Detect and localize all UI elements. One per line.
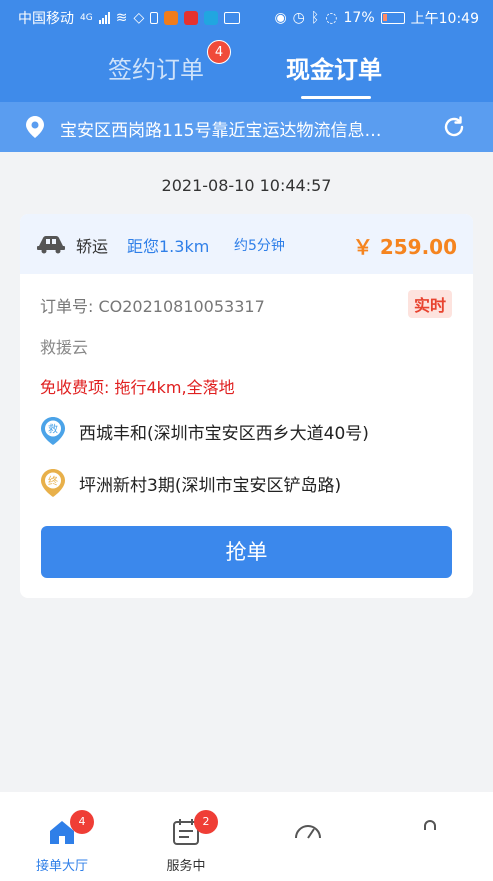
active-tab-indicator [301, 96, 371, 99]
nav-item-order-hall[interactable]: 4 接单大厅 [12, 792, 112, 881]
end-pin-icon: 终 [41, 469, 65, 497]
bottom-nav: 4 接单大厅 2 服务中 [0, 792, 493, 881]
nav-item-profile[interactable] [380, 792, 480, 881]
battery-percent: 17% [343, 10, 375, 26]
nav-label: 接单大厅 [35, 859, 88, 874]
start-pin-icon: 救 [41, 417, 65, 445]
vehicle-type: 轿运 [76, 237, 109, 256]
refresh-icon[interactable] [442, 115, 466, 139]
grab-order-button[interactable]: 抢单 [41, 526, 452, 578]
eye-icon: ◉ [274, 10, 287, 26]
car-carrier-icon [37, 236, 65, 254]
battery-icon [380, 12, 405, 24]
start-address-row: 救 西城丰和(深圳市宝安区西乡大道40号) [40, 416, 369, 446]
start-address: 西城丰和(深圳市宝安区西乡大道40号) [79, 423, 369, 444]
battery-saver-icon [150, 12, 159, 24]
order-price: ￥ 259.00 [352, 235, 457, 259]
distance: 距您1.3km [127, 237, 210, 256]
bluetooth-icon: ᛒ [310, 10, 320, 26]
app-notification-icon [164, 11, 179, 25]
realtime-badge: 实时 [408, 290, 453, 318]
location-status-icon: ◌ [325, 10, 338, 26]
company-name: 救援云 [40, 338, 89, 357]
order-timestamp: 2021-08-10 10:44:57 [161, 176, 332, 195]
order-number: 订单号: CO20210810053317 [40, 297, 265, 316]
location-bar[interactable]: 宝安区西岗路115号靠近宝运达物流信息… [0, 102, 493, 152]
tab-contract-orders[interactable]: 签约订单 [108, 50, 204, 85]
order-tabs: 签约订单 4 现金订单 [0, 40, 493, 102]
nav-item-dashboard[interactable] [258, 792, 358, 881]
tab-cash-orders[interactable]: 现金订单 [286, 50, 382, 85]
order-card[interactable]: 轿运 距您1.3km 约5分钟 ￥ 259.00 订单号: CO20210810… [20, 214, 473, 598]
nav-badge: 4 [70, 810, 94, 834]
alarm-icon: ◷ [292, 10, 305, 26]
header: 中国移动 4G ≋ ◇ ◉ ◷ ᛒ ◌ 17% 上午10:49 签约订单 4 现… [0, 0, 493, 152]
network-label: 4G [80, 13, 93, 23]
nav-label: 服务中 [166, 859, 206, 874]
wifi-icon: ≋ [115, 10, 128, 26]
carrier-label: 中国移动 [18, 11, 74, 27]
end-address-row: 终 坪洲新村3期(深圳市宝安区铲岛路) [40, 468, 341, 498]
weibo-icon [184, 11, 199, 25]
clock: 上午10:49 [410, 11, 479, 27]
fee-note: 免收费项: 拖行4km,全落地 [40, 378, 235, 397]
start-pin-label: 救 [48, 423, 58, 436]
order-card-header: 轿运 距您1.3km 约5分钟 ￥ 259.00 [20, 214, 473, 274]
sync-icon: ◇ [133, 10, 145, 26]
nav-badge: 2 [194, 810, 218, 834]
dashboard-icon [295, 825, 321, 839]
status-bar: 中国移动 4G ≋ ◇ ◉ ◷ ᛒ ◌ 17% 上午10:49 [0, 0, 493, 34]
profile-icon [424, 820, 436, 830]
eta: 约5分钟 [234, 238, 285, 254]
location-pin-icon [26, 116, 44, 138]
current-address: 宝安区西岗路115号靠近宝运达物流信息… [60, 121, 382, 141]
tab-badge: 4 [207, 40, 231, 64]
end-address: 坪洲新村3期(深圳市宝安区铲岛路) [79, 475, 342, 496]
end-pin-label: 终 [48, 475, 58, 488]
signal-icon [98, 12, 110, 24]
hd-icon [224, 12, 241, 24]
browser-icon [204, 11, 219, 25]
nav-item-in-service[interactable]: 2 服务中 [136, 792, 236, 881]
